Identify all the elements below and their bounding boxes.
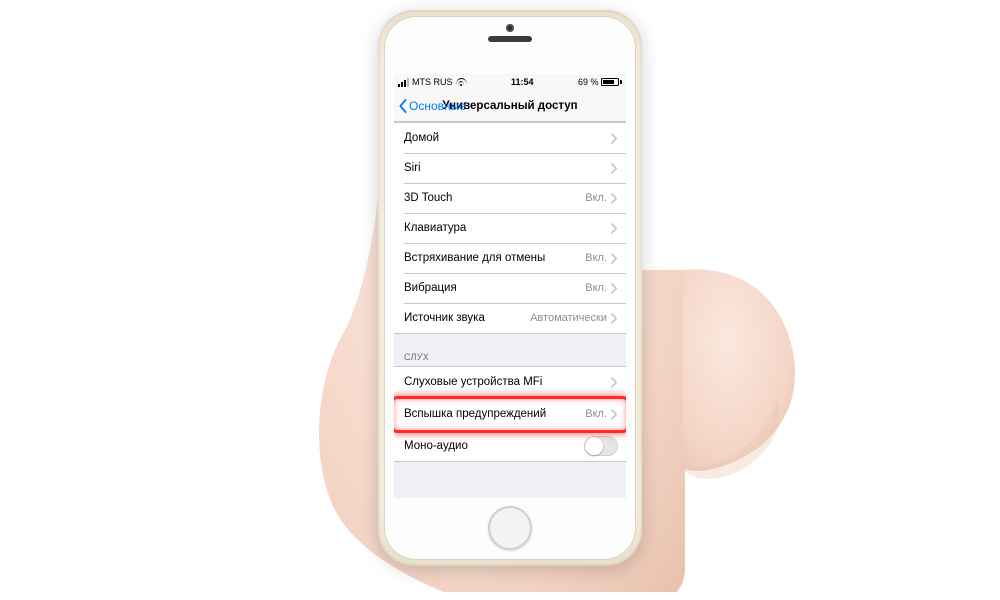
row-ledflash[interactable]: Вспышка предупреждений Вкл. — [394, 397, 626, 431]
stage: MTS RUS 11:54 69 % Основные — [0, 0, 1000, 600]
chevron-right-icon — [611, 193, 618, 204]
row-label: Источник звука — [404, 312, 530, 324]
back-button[interactable]: Основные — [396, 95, 468, 117]
signal-icon — [398, 78, 409, 87]
row-label: Клавиатура — [404, 222, 611, 234]
row-label: Вспышка предупреждений — [404, 408, 585, 420]
row-label: Моно-аудио — [404, 440, 584, 452]
row-home[interactable]: Домой — [394, 123, 626, 153]
clock: 11:54 — [511, 77, 534, 87]
monoaudio-toggle[interactable] — [584, 436, 618, 456]
group-interaction: Домой Siri 3D Touch Вкл. — [394, 122, 626, 334]
row-monoaudio[interactable]: Моно-аудио — [394, 431, 626, 461]
settings-list: Домой Siri 3D Touch Вкл. — [394, 122, 626, 462]
row-siri[interactable]: Siri — [394, 153, 626, 183]
chevron-right-icon — [611, 133, 618, 144]
front-camera — [506, 24, 514, 32]
row-label: Слуховые устройства MFi — [404, 376, 611, 388]
chevron-right-icon — [611, 283, 618, 294]
carrier-label: MTS RUS — [412, 77, 453, 87]
row-3dtouch[interactable]: 3D Touch Вкл. — [394, 183, 626, 213]
row-label: Домой — [404, 132, 611, 144]
row-label: Siri — [404, 162, 611, 174]
row-vibration[interactable]: Вибрация Вкл. — [394, 273, 626, 303]
earpiece — [488, 36, 532, 42]
chevron-left-icon — [398, 99, 408, 113]
row-shake[interactable]: Встряхивание для отмены Вкл. — [394, 243, 626, 273]
chevron-right-icon — [611, 223, 618, 234]
group-hearing: Слуховые устройства MFi Вспышка предупре… — [394, 366, 626, 462]
chevron-right-icon — [611, 253, 618, 264]
nav-header: Основные Универсальный доступ — [394, 90, 626, 122]
screen: MTS RUS 11:54 69 % Основные — [394, 74, 626, 498]
row-audiosrc[interactable]: Источник звука Автоматически — [394, 303, 626, 333]
chevron-right-icon — [611, 313, 618, 324]
row-value: Вкл. — [585, 408, 607, 420]
image-crop-bottom — [0, 592, 1000, 600]
row-label: Встряхивание для отмены — [404, 252, 585, 264]
chevron-right-icon — [611, 377, 618, 388]
row-value: Автоматически — [530, 312, 607, 324]
section-hearing-header: СЛУХ — [394, 334, 626, 366]
wifi-icon — [456, 78, 467, 86]
row-value: Вкл. — [585, 252, 607, 264]
chevron-right-icon — [611, 163, 618, 174]
battery-pct: 69 % — [578, 77, 599, 87]
row-mfi[interactable]: Слуховые устройства MFi — [394, 367, 626, 397]
back-label: Основные — [409, 99, 466, 113]
row-value: Вкл. — [585, 282, 607, 294]
iphone-device: MTS RUS 11:54 69 % Основные — [378, 10, 642, 566]
battery-icon — [601, 78, 622, 86]
row-keyboard[interactable]: Клавиатура — [394, 213, 626, 243]
chevron-right-icon — [611, 409, 618, 420]
home-button[interactable] — [488, 506, 532, 550]
row-label: Вибрация — [404, 282, 585, 294]
status-bar: MTS RUS 11:54 69 % — [394, 74, 626, 90]
row-label: 3D Touch — [404, 192, 585, 204]
row-value: Вкл. — [585, 192, 607, 204]
